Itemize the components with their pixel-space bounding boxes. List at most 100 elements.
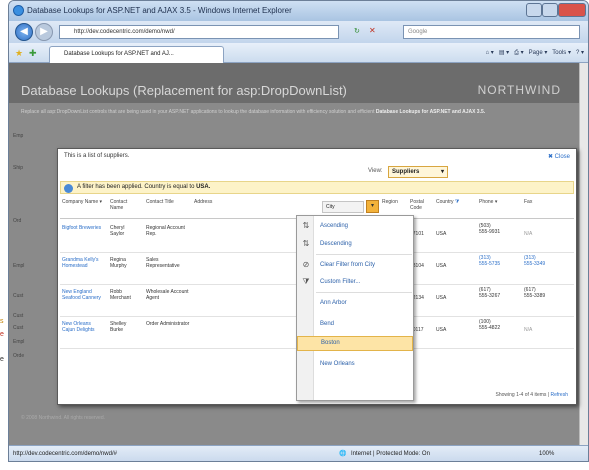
status-bar: http://dev.codecentric.com/demo/nwd/# 🌐 … bbox=[9, 445, 588, 461]
fax-cell: N/A bbox=[524, 231, 533, 237]
print-icon[interactable]: ⎙ bbox=[514, 50, 519, 56]
column-header[interactable]: Contact Name bbox=[110, 199, 136, 211]
title-bar: Database Lookups for ASP.NET and AJAX 3.… bbox=[9, 1, 588, 21]
intro-text: Replace all asp:DropDownList controls th… bbox=[21, 109, 486, 115]
sort-ascending-icon: ⇅ bbox=[302, 221, 310, 230]
window-controls bbox=[526, 3, 586, 17]
contact-cell: Regina Murphy bbox=[110, 257, 127, 269]
menu-item-city[interactable]: Bend bbox=[297, 316, 413, 332]
company-link[interactable]: Bigfoot Breweries bbox=[62, 225, 102, 231]
column-header[interactable]: Company Name ▾ bbox=[62, 199, 106, 205]
nav-link[interactable]: Orde bbox=[13, 353, 24, 359]
browser-tab[interactable]: Database Lookups for ASP.NET and AJ... bbox=[49, 46, 224, 63]
menu-separator bbox=[316, 254, 412, 255]
menu-item-city[interactable]: Ann Arbor bbox=[297, 295, 413, 311]
nav-link[interactable]: Empl bbox=[13, 339, 24, 345]
add-favorite-icon[interactable]: ✚ bbox=[29, 48, 37, 59]
home-icon[interactable]: ⌂ bbox=[486, 50, 490, 56]
phone-cell: (503) 555-9931 bbox=[479, 223, 501, 235]
forward-button[interactable]: ▶ bbox=[35, 23, 53, 41]
nav-link[interactable]: Cust bbox=[13, 293, 23, 299]
clear-filter-icon: ⊘ bbox=[302, 260, 310, 269]
clipped-text: s bbox=[0, 318, 4, 325]
tools-menu[interactable]: Tools bbox=[552, 50, 566, 56]
menu-separator bbox=[316, 292, 412, 293]
refresh-link[interactable]: Refresh bbox=[550, 392, 568, 398]
fax-cell: (617) 555-3389 bbox=[524, 287, 546, 299]
menu-item-descending[interactable]: ⇅ Descending bbox=[297, 236, 413, 252]
menu-item-city[interactable]: New Orleans bbox=[297, 356, 413, 372]
refresh-icon[interactable]: ↻ bbox=[354, 27, 360, 35]
vertical-scrollbar[interactable] bbox=[579, 63, 588, 445]
sort-descending-icon: ⇅ bbox=[302, 239, 310, 248]
column-header[interactable]: Region bbox=[382, 199, 402, 205]
pager: Showing 1-4 of 4 items | Refresh bbox=[495, 392, 568, 398]
stop-icon[interactable]: ✕ bbox=[369, 26, 376, 35]
globe-icon: 🌐 bbox=[339, 451, 347, 457]
page-menu[interactable]: Page bbox=[529, 50, 543, 56]
company-link[interactable]: New England Seafood Cannery bbox=[62, 289, 102, 301]
country-cell: USA bbox=[436, 263, 447, 269]
close-icon: ✖ bbox=[547, 154, 553, 160]
fax-cell: (313) 555-3349 bbox=[524, 255, 546, 267]
nav-link[interactable]: Cust bbox=[13, 313, 23, 319]
company-link[interactable]: Grandma Kelly's Homestead bbox=[62, 257, 108, 269]
menu-item-custom-filter[interactable]: ⧩ Custom Filter... bbox=[297, 274, 413, 290]
search-input[interactable]: Google bbox=[403, 25, 580, 39]
nav-link[interactable]: Empl bbox=[13, 263, 24, 269]
column-filter-menu: ⇅ Ascending ⇅ Descending ⊘ Clear Filter … bbox=[296, 215, 414, 401]
menu-item-clear-filter[interactable]: ⊘ Clear Filter from City bbox=[297, 257, 413, 273]
security-zone: Internet | Protected Mode: On bbox=[351, 451, 430, 457]
column-header[interactable]: Fax bbox=[524, 199, 544, 205]
chevron-down-icon: ▾ bbox=[440, 169, 444, 175]
close-window-button[interactable] bbox=[558, 3, 586, 17]
help-icon[interactable]: ? bbox=[576, 50, 579, 56]
nav-link[interactable]: Ship bbox=[13, 165, 23, 171]
favorites-star-icon[interactable]: ★ bbox=[15, 48, 23, 59]
title-cell: Order Administrator bbox=[146, 321, 190, 327]
minimize-button[interactable] bbox=[526, 3, 542, 17]
menu-item-ascending[interactable]: ⇅ Ascending bbox=[297, 218, 413, 234]
nav-link[interactable]: Emp bbox=[13, 133, 23, 139]
column-header[interactable]: Address bbox=[194, 199, 234, 205]
title-cell: Sales Representative bbox=[146, 257, 180, 269]
filter-icon: ⧩ bbox=[454, 199, 460, 205]
page-title: Database Lookups (Replacement for asp:Dr… bbox=[21, 83, 347, 98]
column-header[interactable]: Contact Title bbox=[146, 199, 186, 205]
brand-logo: NORTHWIND bbox=[477, 83, 561, 97]
filter-dropdown-icon[interactable]: ▾ bbox=[366, 200, 379, 213]
city-column-header[interactable]: City bbox=[322, 201, 364, 213]
title-cell: Wholesale Account Agent bbox=[146, 289, 189, 301]
close-link[interactable]: ✖ Close bbox=[548, 153, 570, 160]
column-header[interactable]: Phone ▾ bbox=[479, 199, 509, 205]
nav-link[interactable]: Cust bbox=[13, 325, 23, 331]
maximize-button[interactable] bbox=[542, 3, 558, 17]
view-select[interactable]: Suppliers ▾ bbox=[388, 166, 448, 178]
tab-bar: ★ ✚ Database Lookups for ASP.NET and AJ.… bbox=[9, 43, 588, 63]
ie-logo-icon bbox=[13, 5, 24, 16]
menu-item-city-selected[interactable]: Boston bbox=[297, 336, 413, 351]
status-url: http://dev.codecentric.com/demo/nwd/# bbox=[13, 451, 117, 457]
left-margin bbox=[0, 0, 8, 470]
back-button[interactable]: ◀ bbox=[15, 23, 33, 41]
view-label: View: bbox=[368, 168, 383, 174]
country-cell: USA bbox=[436, 295, 447, 301]
fax-cell: N/A bbox=[524, 327, 533, 333]
info-icon bbox=[64, 184, 73, 193]
panel-title: This is a list of suppliers. bbox=[64, 153, 130, 159]
clipped-text: e bbox=[0, 356, 4, 363]
filter-notice: A filter has been applied. Country is eq… bbox=[60, 181, 574, 194]
feeds-icon[interactable]: ▤ bbox=[499, 50, 505, 56]
suppliers-panel: This is a list of suppliers. ✖ Close Vie… bbox=[57, 148, 577, 405]
phone-cell: (313) 555-5735 bbox=[479, 255, 501, 267]
zoom-level[interactable]: 100% bbox=[539, 446, 554, 461]
address-input[interactable]: http://dev.codecentric.com/demo/nwd/ bbox=[59, 25, 339, 39]
nav-link[interactable]: Ord bbox=[13, 218, 21, 224]
phone-cell: (617) 555-3267 bbox=[479, 287, 501, 299]
address-bar: ◀ ▶ http://dev.codecentric.com/demo/nwd/… bbox=[9, 21, 588, 43]
company-link[interactable]: New Orleans Cajun Delights bbox=[62, 321, 102, 333]
column-header[interactable]: Country ⧩ bbox=[436, 199, 474, 205]
command-bar: ⌂ ▾ ▤ ▾ ⎙ ▾ Page ▾ Tools ▾ ? ▾ bbox=[485, 50, 585, 56]
country-cell: USA bbox=[436, 327, 447, 333]
column-header[interactable]: Postal Code bbox=[410, 199, 430, 211]
